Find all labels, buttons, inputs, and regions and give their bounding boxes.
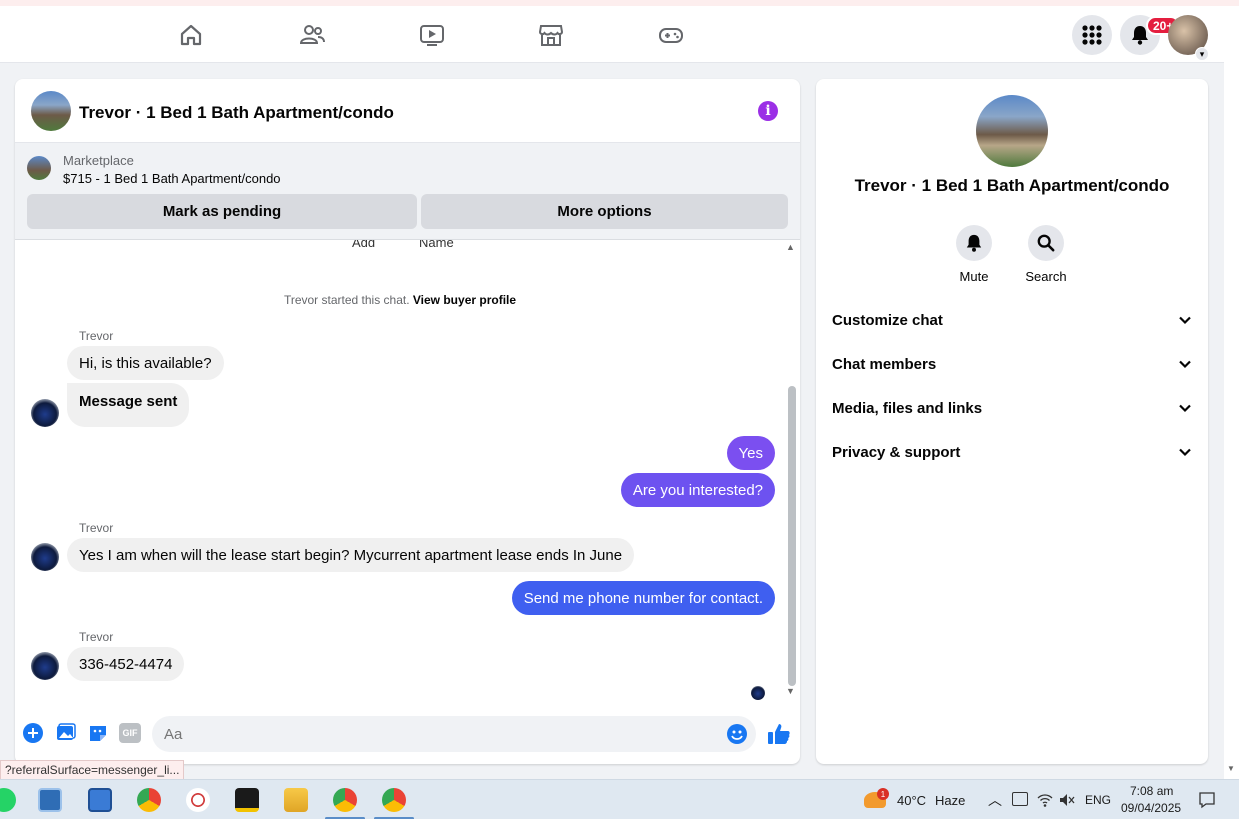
message-bubble-outgoing[interactable]: Send me phone number for contact. xyxy=(511,581,775,615)
marketplace-banner: Marketplace $715 - 1 Bed 1 Bath Apartmen… xyxy=(15,143,800,240)
message-bubble-outgoing[interactable]: Are you interested? xyxy=(620,473,775,507)
mute-label: Mute xyxy=(959,269,989,284)
thumbs-up-icon[interactable] xyxy=(767,722,791,746)
temperature[interactable]: 40°C xyxy=(897,793,926,808)
chat-start-note: Trevor started this chat. View buyer pro… xyxy=(283,293,517,307)
calculator-icon[interactable] xyxy=(88,788,112,812)
sender-avatar[interactable] xyxy=(31,543,59,571)
sender-name: Trevor xyxy=(79,630,114,644)
chat-details-panel: Trevor · 1 Bed 1 Bath Apartment/condo Mu… xyxy=(816,79,1208,764)
sticky-notes-icon[interactable] xyxy=(235,788,259,812)
chat-avatar[interactable] xyxy=(31,91,71,131)
gaming-icon[interactable] xyxy=(658,22,684,48)
more-options-button[interactable]: More options xyxy=(421,194,788,229)
message-bubble-incoming[interactable]: Yes I am when will the lease start begin… xyxy=(67,538,635,572)
message-bubble-outgoing[interactable]: Yes xyxy=(726,436,775,470)
clipped-text: Add xyxy=(352,240,376,250)
details-avatar[interactable] xyxy=(976,95,1048,167)
customize-chat-row[interactable]: Customize chat xyxy=(832,298,1192,342)
file-explorer-icon[interactable] xyxy=(284,788,308,812)
search-icon xyxy=(1037,234,1055,252)
add-icon[interactable] xyxy=(23,723,43,743)
marketplace-label: Marketplace xyxy=(63,153,134,168)
info-icon[interactable]: i xyxy=(758,101,778,121)
photos-app-icon[interactable] xyxy=(38,788,62,812)
listing-thumbnail[interactable] xyxy=(27,156,51,180)
search-button[interactable]: Search xyxy=(1011,225,1081,284)
home-icon[interactable] xyxy=(178,22,204,48)
message-composer: GIF xyxy=(15,703,800,764)
video-icon[interactable] xyxy=(419,22,445,48)
chevron-down-icon xyxy=(1179,448,1191,457)
message-input[interactable] xyxy=(152,716,756,752)
sticker-icon[interactable] xyxy=(88,723,108,743)
chevron-down-icon xyxy=(1179,316,1191,325)
menu-grid-button[interactable] xyxy=(1072,15,1112,55)
scrollbar-thumb[interactable] xyxy=(788,386,796,686)
notification-center-icon[interactable] xyxy=(1198,791,1216,809)
link-status-url: ?referralSurface=messenger_li... xyxy=(0,760,185,780)
chevron-down-icon xyxy=(1179,404,1191,413)
page-scrollbar[interactable]: ▼ xyxy=(1224,6,1239,779)
top-navbar: 20+ ▾ xyxy=(0,6,1224,63)
privacy-support-row[interactable]: Privacy & support xyxy=(832,430,1192,474)
weather-condition[interactable]: Haze xyxy=(935,793,965,808)
volume-muted-icon[interactable] xyxy=(1059,792,1075,808)
chrome-profile-icon[interactable] xyxy=(333,788,357,812)
view-buyer-profile-link[interactable]: View buyer profile xyxy=(413,293,516,307)
message-bubble-incoming[interactable]: Message sent xyxy=(67,383,190,427)
search-label: Search xyxy=(1025,269,1067,284)
chevron-down-icon xyxy=(1179,360,1191,369)
seen-indicator-avatar xyxy=(751,686,765,700)
chrome-profile-icon[interactable] xyxy=(382,788,406,812)
scroll-down-icon[interactable]: ▼ xyxy=(786,686,795,696)
message-bubble-incoming[interactable]: Hi, is this available? xyxy=(67,346,224,380)
media-files-links-row[interactable]: Media, files and links xyxy=(832,386,1192,430)
chat-panel: Trevor · 1 Bed 1 Bath Apartment/condo i … xyxy=(15,79,800,764)
scroll-up-icon[interactable]: ▲ xyxy=(786,242,795,252)
details-title: Trevor · 1 Bed 1 Bath Apartment/condo xyxy=(854,176,1170,195)
clock-date[interactable]: 09/04/2025 xyxy=(1121,801,1181,815)
friends-icon[interactable] xyxy=(299,22,325,48)
weather-alert-badge: 1 xyxy=(877,788,889,800)
clipped-text: Name xyxy=(419,240,454,250)
emoji-icon[interactable] xyxy=(727,724,747,744)
snipping-tool-icon[interactable] xyxy=(186,788,210,812)
photo-icon[interactable] xyxy=(56,723,76,743)
chat-header: Trevor · 1 Bed 1 Bath Apartment/condo i xyxy=(15,79,800,143)
chrome-icon[interactable] xyxy=(137,788,161,812)
chat-title[interactable]: Trevor · 1 Bed 1 Bath Apartment/condo xyxy=(79,103,394,123)
listing-title[interactable]: $715 - 1 Bed 1 Bath Apartment/condo xyxy=(63,171,281,186)
bell-icon xyxy=(966,234,982,252)
chat-members-row[interactable]: Chat members xyxy=(832,342,1192,386)
message-list: Add Name Trevor started this chat. View … xyxy=(15,240,800,703)
sender-name: Trevor xyxy=(79,329,114,343)
message-scrollbar[interactable]: ▲ ▼ xyxy=(785,240,800,703)
message-bubble-incoming[interactable]: 336-452-4474 xyxy=(67,647,185,681)
wifi-icon[interactable] xyxy=(1037,792,1053,808)
marketplace-icon[interactable] xyxy=(538,22,564,48)
chevron-up-icon[interactable]: ︿ xyxy=(988,790,1002,810)
whatsapp-icon[interactable] xyxy=(0,788,16,812)
sender-avatar[interactable] xyxy=(31,399,59,427)
chevron-down-icon[interactable]: ▾ xyxy=(1195,47,1209,61)
clock-time[interactable]: 7:08 am xyxy=(1130,784,1173,798)
mute-button[interactable]: Mute xyxy=(939,225,1009,284)
gif-icon[interactable]: GIF xyxy=(119,723,141,743)
meet-now-icon[interactable] xyxy=(1012,792,1028,806)
mark-as-pending-button[interactable]: Mark as pending xyxy=(27,194,417,229)
sender-name: Trevor xyxy=(79,521,114,535)
scroll-down-icon[interactable]: ▼ xyxy=(1227,764,1235,773)
input-language[interactable]: ENG xyxy=(1085,793,1111,807)
sender-avatar[interactable] xyxy=(31,652,59,680)
windows-taskbar: 1 40°C Haze ︿ ENG 7:08 am 09/04/2025 xyxy=(0,779,1239,819)
grid-icon xyxy=(1082,25,1102,45)
